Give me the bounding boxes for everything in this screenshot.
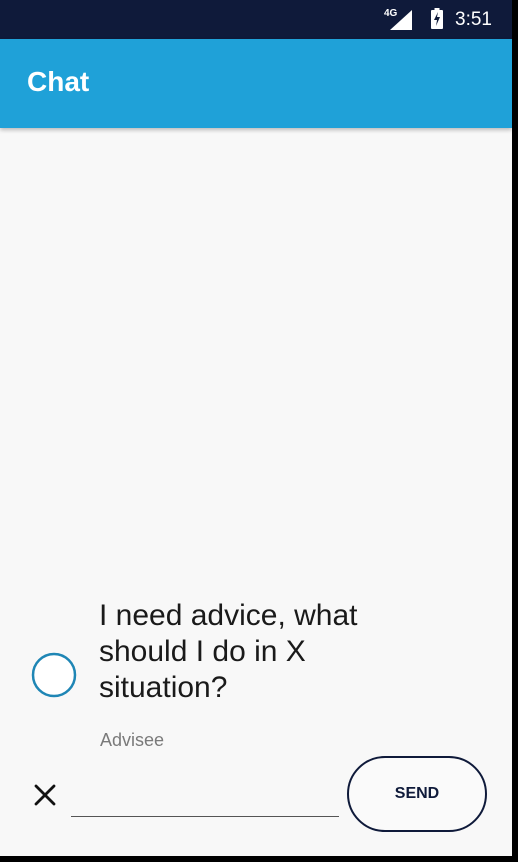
- cell-signal-icon: 4G: [384, 8, 424, 32]
- app-bar: Chat: [0, 39, 512, 128]
- close-icon[interactable]: [32, 782, 58, 808]
- status-time: 3:51: [455, 9, 492, 30]
- page-title: Chat: [27, 66, 90, 97]
- battery-charging-icon: [431, 8, 443, 29]
- chat-screen: 4G 3:51 Chat I need advice, what should …: [0, 0, 512, 856]
- message-text: I need advice, what should I do in X sit…: [99, 599, 358, 704]
- avatar-circle-icon: [31, 652, 77, 698]
- send-button[interactable]: SEND: [347, 756, 487, 832]
- status-bar: 4G 3:51: [0, 0, 512, 39]
- message-input[interactable]: [71, 782, 339, 817]
- message-sender: Advisee: [100, 730, 165, 750]
